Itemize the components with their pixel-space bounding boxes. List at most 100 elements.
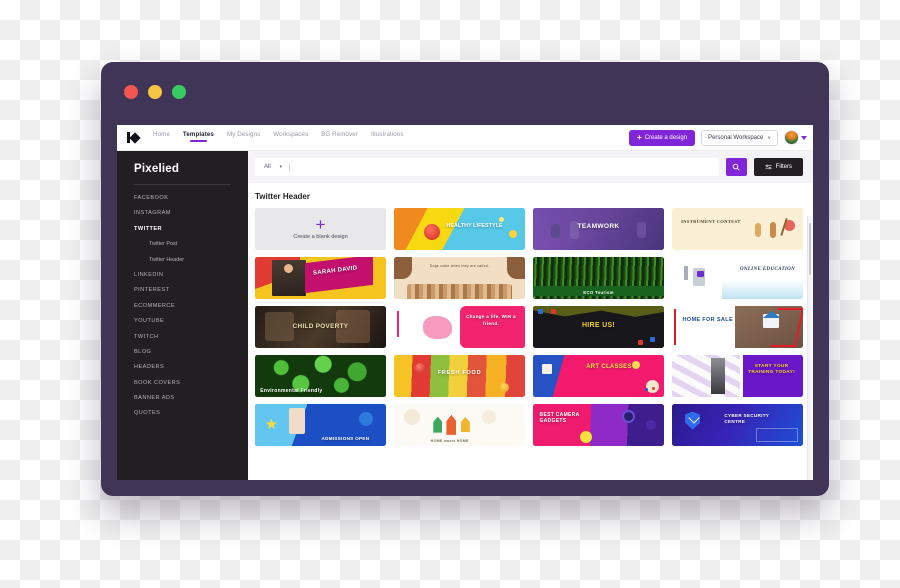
template-card[interactable]: ADMISSIONS OPEN [255,404,386,446]
sidebar-item-book-covers[interactable]: BOOK COVERS [134,380,248,386]
search-box: All ▾ [255,158,719,176]
chevron-down-icon [801,135,807,140]
template-card[interactable]: ONLINE EDUCATION [672,257,803,299]
template-caption: TEAMWORK [577,222,620,230]
app-viewport: Home Templates My Designs Workspaces BG … [117,125,813,480]
filters-button[interactable]: Filters [753,158,803,176]
template-card[interactable]: HEALTHY LIFESTYLE [394,208,525,250]
template-card[interactable]: INSTRUMENT CONTEST [672,208,803,250]
chevron-down-icon: ∨ [767,134,771,141]
create-blank-design-label: Create a blank design [293,233,348,240]
template-card[interactable]: HOME sweet HOME [394,404,525,446]
template-caption: Change a life. WIN a friend. [466,314,516,327]
template-card[interactable]: Change a life. WIN a friend. [394,306,525,348]
sidebar-item-blog[interactable]: BLOG [134,349,248,355]
nav-item-my-designs[interactable]: My Designs [227,131,260,142]
template-card[interactable]: START YOUR TRAINING TODAY! [672,355,803,397]
template-card[interactable]: SARAH DAVID [255,257,386,299]
template-card[interactable]: FRESH FOOD [394,355,525,397]
sidebar: Pixelied FACEBOOK INSTAGRAM TWITTER Twit… [117,151,248,480]
template-card[interactable]: ECO Tourism [533,257,664,299]
workspace-label: Personal Workspace [708,134,764,141]
template-card[interactable]: BEST CAMERA GADGETS [533,404,664,446]
template-caption: ART CLASSES [586,364,632,371]
create-design-label: Create a design [644,134,688,141]
pixelied-logo-icon[interactable] [127,131,141,144]
sidebar-item-linkedin[interactable]: LINKEDIN [134,272,248,278]
nav-item-workspaces[interactable]: Workspaces [273,131,308,142]
chevron-down-icon: ▾ [279,164,283,170]
filters-label: Filters [775,164,792,170]
main-content: All ▾ Filters Twitter Header + Create a … [248,151,813,480]
template-card[interactable]: ART CLASSES [533,355,664,397]
window-titlebar [101,62,829,122]
sidebar-item-twitter[interactable]: TWITTER [134,226,248,232]
template-caption: ECO Tourism [583,289,614,295]
browser-window: Home Templates My Designs Workspaces BG … [101,62,829,496]
template-caption: FRESH FOOD [437,370,482,377]
nav-item-home[interactable]: Home [153,131,170,142]
sidebar-item-headers[interactable]: HEADERS [134,364,248,370]
search-input[interactable] [290,164,719,170]
plus-icon: + [637,132,642,142]
sidebar-item-quotes[interactable]: QUOTES [134,410,248,416]
top-navigation-bar: Home Templates My Designs Workspaces BG … [117,125,813,151]
sidebar-item-ecommerce[interactable]: ECOMMERCE [134,303,248,309]
sidebar-brand: Pixelied [134,163,180,175]
sidebar-item-banner-ads[interactable]: BANNER ADS [134,395,248,401]
template-caption: Dogs come when they are called. [429,263,490,268]
nav-item-illustrations[interactable]: Illustrations [371,131,404,142]
template-caption: CYBER SECURITY CENTRE [724,413,770,425]
sidebar-item-facebook[interactable]: FACEBOOK [134,195,248,201]
workspace-selector[interactable]: Personal Workspace ∨ [701,129,778,146]
navbar-right-group: + Create a design Personal Workspace ∨ [629,129,807,146]
search-scope-dropdown[interactable]: All ▾ [255,164,289,170]
template-caption: ADMISSIONS OPEN [321,436,370,442]
template-card[interactable]: TEAMWORK [533,208,664,250]
logo-diamond-shape [129,131,141,144]
page-title: Twitter Header [255,192,310,201]
template-caption: BEST CAMERA GADGETS [539,411,580,425]
close-button[interactable] [124,85,138,99]
search-button[interactable] [725,158,747,176]
template-card[interactable]: HIRE US! [533,306,664,348]
results-panel: Twitter Header + Create a blank design H… [248,183,813,480]
template-card[interactable]: Environmental Friendly [255,355,386,397]
nav-links: Home Templates My Designs Workspaces BG … [153,125,629,150]
template-caption: CHILD POVERTY [292,322,349,330]
template-caption: HIRE US! [581,321,616,329]
sidebar-item-twitch[interactable]: TWITCH [134,334,248,340]
minimize-button[interactable] [148,85,162,99]
account-menu[interactable] [784,130,807,145]
template-caption: ONLINE EDUCATION [739,266,796,273]
sidebar-item-twitter-post[interactable]: Twitter Post [149,241,248,247]
template-grid: + Create a blank design HEALTHY LIFESTYL… [255,208,803,446]
search-scope-label: All [264,164,271,170]
nav-item-templates[interactable]: Templates [183,131,214,142]
filter-sliders-icon [765,164,772,169]
create-design-button[interactable]: + Create a design [629,129,696,146]
template-caption: INSTRUMENT CONTEST [681,218,741,224]
template-caption: HEALTHY LIFESTYLE [446,223,503,230]
template-caption: HOME sweet HOME [430,439,469,444]
sidebar-divider [134,184,231,185]
sidebar-item-twitter-header[interactable]: Twitter Header [149,257,248,263]
nav-item-bg-remover[interactable]: BG Remover [321,131,358,142]
template-card[interactable]: HOME FOR SALE [672,306,803,348]
sidebar-item-pinterest[interactable]: PINTEREST [134,287,248,293]
template-card[interactable]: CHILD POVERTY [255,306,386,348]
create-blank-design-card[interactable]: + Create a blank design [255,208,386,250]
app-body: Pixelied FACEBOOK INSTAGRAM TWITTER Twit… [117,151,813,480]
template-card[interactable]: Dogs come when they are called. [394,257,525,299]
template-caption: HOME FOR SALE [682,316,733,323]
sidebar-item-youtube[interactable]: YOUTUBE [134,318,248,324]
sidebar-item-instagram[interactable]: INSTAGRAM [134,210,248,216]
search-icon [732,163,740,171]
template-card[interactable]: CYBER SECURITY CENTRE [672,404,803,446]
template-caption: Environmental Friendly [260,387,323,394]
plus-icon: + [315,215,326,235]
maximize-button[interactable] [172,85,186,99]
template-caption: START YOUR TRAINING TODAY! [748,364,796,376]
search-toolbar: All ▾ Filters [248,151,813,183]
avatar [784,130,799,145]
